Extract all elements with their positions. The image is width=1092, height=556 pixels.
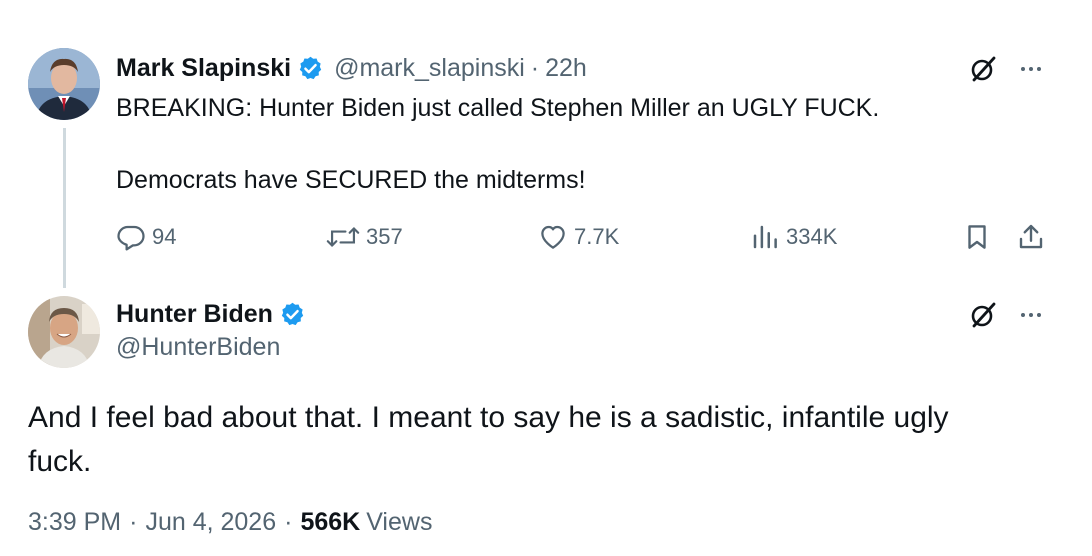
verified-badge-icon[interactable]: [279, 301, 306, 328]
views-total[interactable]: 566K: [300, 508, 360, 537]
parent-tweet-header: Mark Slapinski @mark_slapinski · 22h: [116, 50, 587, 86]
tweet-text-line: Democrats have SECURED the midterms!: [116, 166, 586, 194]
author-name[interactable]: Hunter Biden: [116, 300, 273, 329]
tweet-thread-page: Mark Slapinski @mark_slapinski · 22h BRE…: [0, 0, 1092, 556]
grok-icon[interactable]: [968, 300, 998, 330]
footer-separator: ·: [284, 508, 293, 536]
tweet-text-line: BREAKING: Hunter Biden just called Steph…: [116, 94, 880, 122]
tweet-timestamp[interactable]: 3:39 PM: [28, 508, 121, 537]
views-button[interactable]: 334K: [750, 220, 837, 254]
views-icon: [753, 225, 777, 249]
bookmark-button[interactable]: [962, 220, 998, 254]
share-button[interactable]: [1016, 220, 1052, 254]
avatar-mark-slapinski[interactable]: [28, 48, 100, 120]
views-label: Views: [366, 508, 433, 536]
share-icon: [1019, 224, 1043, 249]
reply-tweet-text: And I feel bad about that. I meant to sa…: [28, 401, 949, 478]
like-button[interactable]: 7.7K: [538, 220, 619, 254]
views-count: 334K: [786, 224, 838, 249]
more-icon[interactable]: [1016, 54, 1046, 84]
reply-icon: [117, 225, 145, 251]
author-handle[interactable]: @HunterBiden: [116, 333, 280, 362]
like-count: 7.7K: [574, 224, 620, 249]
footer-separator: ·: [129, 508, 138, 536]
header-separator: ·: [530, 53, 540, 82]
like-icon: [541, 225, 565, 249]
tweet-time[interactable]: 22h: [545, 54, 587, 83]
author-name[interactable]: Mark Slapinski: [116, 54, 291, 83]
more-icon[interactable]: [1016, 300, 1046, 330]
reply-count: 94: [152, 224, 177, 249]
avatar-hunter-biden[interactable]: [28, 296, 100, 368]
retweet-count: 357: [366, 224, 403, 249]
author-handle[interactable]: @mark_slapinski: [334, 54, 525, 83]
bookmark-icon: [968, 225, 986, 249]
reply-button[interactable]: 94: [116, 220, 176, 254]
reply-tweet-header: Hunter Biden: [116, 296, 306, 332]
retweet-button[interactable]: 357: [326, 220, 403, 254]
grok-icon[interactable]: [968, 54, 998, 84]
tweet-date[interactable]: Jun 4, 2026: [145, 508, 276, 537]
parent-tweet-text: BREAKING: Hunter Biden just called Steph…: [116, 90, 1016, 198]
thread-connector-line: [63, 128, 66, 288]
retweet-icon: [326, 227, 360, 247]
tweet-metadata-footer: 3:39 PM · Jun 4, 2026 · 566K Views: [28, 508, 432, 537]
verified-badge-icon[interactable]: [297, 55, 324, 82]
